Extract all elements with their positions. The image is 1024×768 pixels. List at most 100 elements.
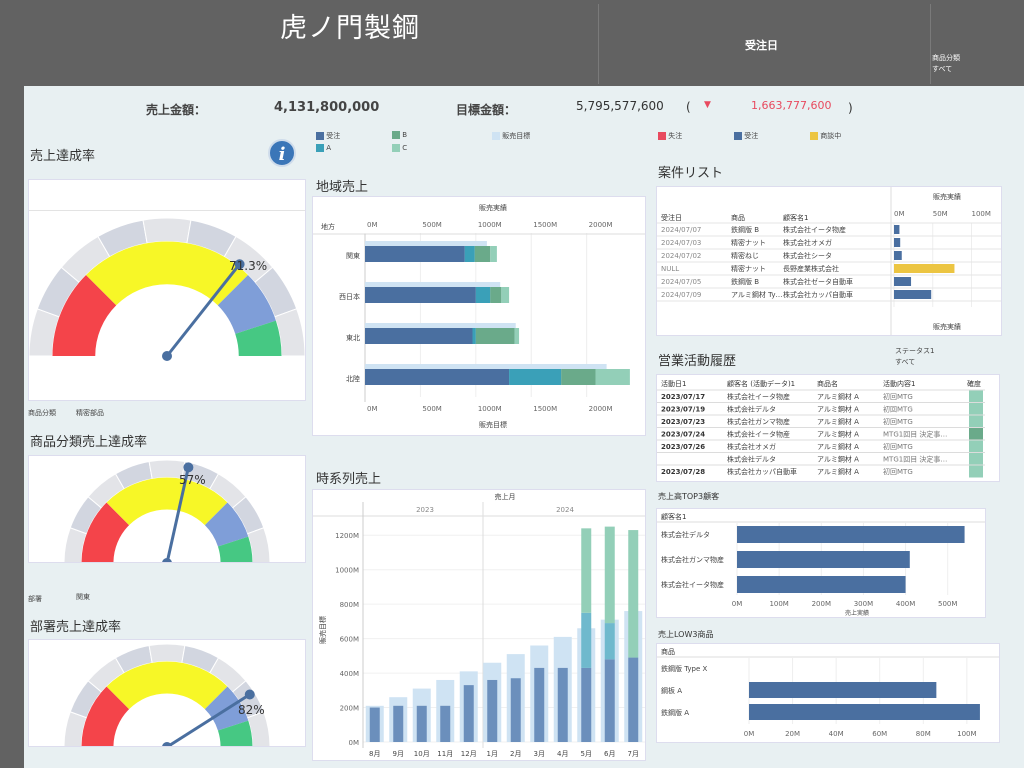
timeseries-year-2023: 2023 — [416, 506, 434, 514]
legend-swatch — [734, 132, 742, 140]
cases-chart-bottom: 販売実績 — [933, 322, 961, 331]
region-card: 販売実績 販売目標 地方 0M 0M 500M 500M 1000M 1000M 1500M… — [312, 196, 646, 436]
region-top-tick: 1500M — [533, 221, 557, 229]
region-bar-b — [490, 287, 502, 303]
activity-cell-customer: 株式会社イータ物産 — [727, 430, 790, 439]
date-filter[interactable]: 受注日 — [745, 37, 778, 53]
cases-cell-product: 鉄鋼版 B — [731, 225, 759, 234]
legend-swatch — [316, 132, 324, 140]
activity-cell-content: MTG1回目 決定事… — [883, 430, 947, 439]
gauge2-filter-value[interactable]: 関東 — [76, 592, 90, 602]
activity-cell-product: アルミ鋼材 A — [817, 417, 859, 426]
timeseries-year-2024: 2024 — [556, 506, 574, 514]
gauge1-filter-value[interactable]: 精密部品 — [76, 408, 104, 418]
timeseries-bar-order — [581, 667, 592, 742]
timeseries-bar-a — [604, 623, 615, 660]
status-filter-value[interactable]: すべて — [895, 357, 934, 368]
timeseries-x-tick: 5月 — [581, 750, 592, 758]
region-bar-a — [472, 328, 476, 344]
header-divider — [598, 4, 599, 84]
cases-cell-customer: 株式会社シータ — [783, 251, 832, 260]
gauge2-svg — [63, 459, 271, 562]
low3-chart: 商品 0M 20M 40M 60M 80M 100M 鉄鋼版 Type X 鋼板 A 鉄鋼版 A — [657, 647, 999, 738]
gauge1-card: 71.3% — [28, 179, 306, 401]
activity-cell-content: 初回MTG — [883, 442, 913, 451]
top3-axis-title: 売上実績 — [845, 609, 869, 617]
down-triangle-icon: ▼ — [704, 100, 711, 110]
gauge1-svg — [29, 217, 305, 361]
cases-title: 案件リスト — [658, 166, 724, 181]
timeseries-x-tick: 11月 — [437, 750, 453, 758]
timeseries-bar-order — [510, 678, 521, 742]
timeseries-x-tick: 1月 — [487, 750, 498, 758]
legend-item-order[interactable]: 受注 — [316, 131, 340, 141]
activity-cell-date: 2023/07/17 — [661, 393, 705, 401]
legend-item-target[interactable]: 販売目標 — [492, 131, 530, 141]
activity-table: 活動日1 顧客名 (活動データ)1 商品名 活動内容1 確度 2023/07/17 株式会社… — [657, 375, 999, 478]
gauge3-title: 部署売上達成率 — [30, 620, 122, 635]
region-bar-c — [490, 246, 497, 262]
dashboard-title: 虎ノ門製鋼 — [280, 13, 420, 44]
region-top-axis-title: 販売実績 — [479, 203, 507, 212]
activity-cell-customer: 株式会社ガンマ物産 — [727, 417, 790, 426]
activity-certainty-cell — [969, 453, 983, 465]
header-divider — [930, 4, 931, 84]
legend-item-negotiating[interactable]: 商談中 — [810, 131, 841, 141]
cases-tick: 100M — [972, 210, 991, 218]
gauge3-value: 82% — [238, 703, 265, 717]
region-bar-order — [365, 328, 473, 344]
low3-tick: 0M — [744, 730, 755, 738]
region-bar-c — [514, 328, 520, 344]
cases-value-bar — [894, 277, 912, 286]
cases-column-header: 受注日 — [661, 213, 682, 222]
legend-item-c[interactable]: C — [392, 144, 407, 152]
region-bar-a — [509, 369, 562, 385]
low3-column-header: 商品 — [661, 647, 675, 656]
status-filter[interactable]: ステータス1 すべて — [895, 346, 934, 368]
region-top-tick: 500M — [422, 221, 441, 229]
timeseries-x-tick: 7月 — [628, 750, 639, 758]
low3-tick: 40M — [829, 730, 844, 738]
low3-title: 売上LOW3商品 — [658, 630, 714, 639]
region-bar-a — [475, 287, 491, 303]
gauge2-card: 57% — [28, 455, 306, 563]
activity-cell-customer: 株式会社カッパ自動車 — [727, 467, 797, 476]
timeseries-y-tick: 0M — [349, 739, 360, 747]
cases-cell-date: 2024/07/03 — [661, 239, 701, 247]
timeseries-x-tick: 8月 — [369, 750, 380, 758]
activity-cell-content: 初回MTG — [883, 405, 913, 414]
paren-close: ) — [848, 101, 853, 115]
timeseries-top-title: 売上月 — [495, 492, 516, 501]
sales-value: 4,131,800,000 — [274, 100, 380, 115]
activity-cell-customer: 株式会社イータ物産 — [727, 392, 790, 401]
activity-column-header: 活動内容1 — [883, 379, 915, 388]
gauge-pivot — [162, 742, 172, 746]
cases-cell-date: 2024/07/07 — [661, 226, 701, 234]
top3-bar — [737, 576, 906, 593]
timeseries-bar-a — [581, 612, 592, 668]
legend-item-lost[interactable]: 失注 — [658, 131, 682, 141]
gauge-needle-tip — [244, 689, 255, 700]
activity-cell-date: 2023/07/28 — [661, 468, 705, 476]
region-category-label: 北陸 — [346, 374, 360, 383]
timeseries-bar-b — [628, 530, 639, 658]
info-icon[interactable]: i — [268, 139, 296, 167]
category-filter-value[interactable]: すべて — [932, 64, 960, 75]
activity-cell-date: 2023/07/23 — [661, 418, 705, 426]
timeseries-y-tick: 200M — [340, 705, 359, 713]
region-category-label: 西日本 — [339, 292, 360, 301]
activity-cell-content: 初回MTG — [883, 417, 913, 426]
legend-main: 受注 B 販売目標 A C — [316, 131, 646, 157]
legend-item-a[interactable]: A — [316, 144, 331, 152]
activity-cell-content: 初回MTG — [883, 392, 913, 401]
legend-item-won[interactable]: 受注 — [734, 131, 758, 141]
region-bar-b — [474, 246, 491, 262]
region-bottom-tick: 1000M — [478, 405, 502, 413]
timeseries-card: 売上月 2023 2024 販売目標 0M 200M 400M 600M 800M 100… — [312, 489, 646, 761]
cases-cell-customer: 株式会社カッパ自動車 — [783, 290, 853, 299]
legend-item-b[interactable]: B — [392, 131, 407, 139]
top3-tick: 200M — [812, 600, 831, 608]
legend-swatch — [392, 144, 400, 152]
category-filter[interactable]: 商品分類 すべて — [932, 53, 960, 75]
category-filter-label: 商品分類 — [932, 54, 960, 62]
